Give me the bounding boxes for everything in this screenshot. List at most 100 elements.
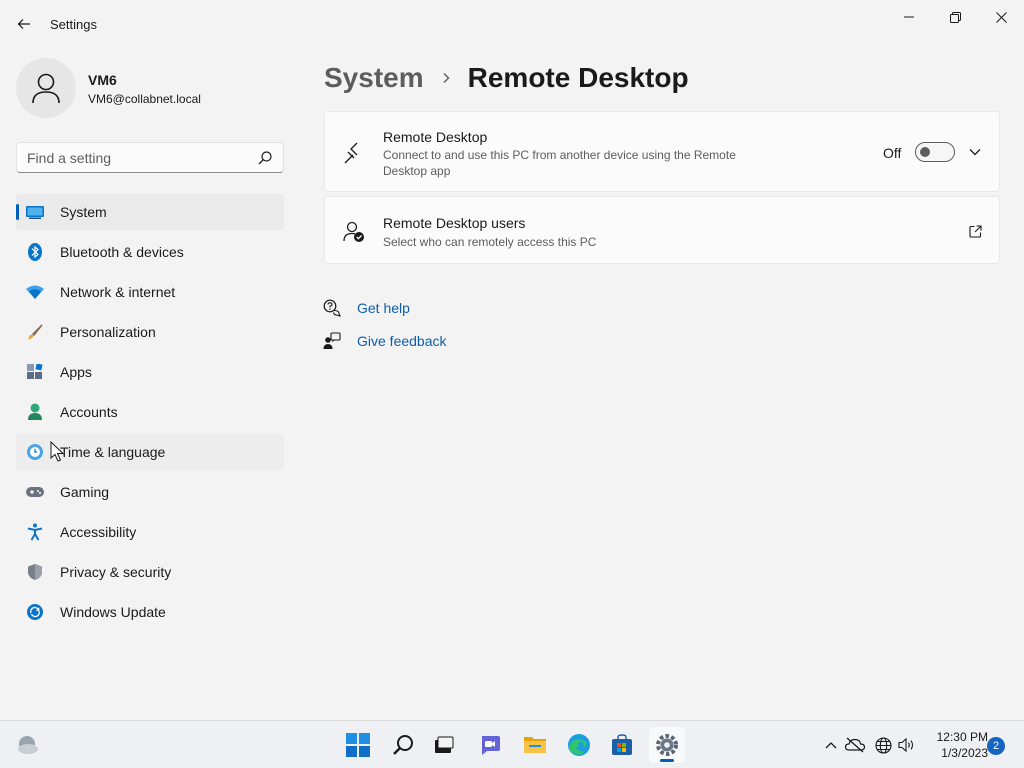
clock-date: 1/3/2023 [941,746,988,760]
breadcrumb: System Remote Desktop [324,58,689,98]
gamepad-icon [26,483,44,501]
sidebar-item-label: Bluetooth & devices [60,244,184,260]
folder-icon [524,737,546,753]
remote-desktop-users-card[interactable]: Remote Desktop users Select who can remo… [324,196,1000,264]
accessibility-icon [26,523,44,541]
user-email: VM6@collabnet.local [88,92,201,106]
back-button[interactable] [10,12,38,36]
close-icon [995,11,1007,23]
sidebar-item-bluetooth[interactable]: Bluetooth & devices [16,234,284,270]
chevron-right-icon [436,68,456,88]
sidebar-item-label: Gaming [60,484,110,500]
file-explorer-button[interactable] [517,727,553,763]
feedback-icon [322,331,342,351]
sidebar-item-label: Time & language [60,444,166,460]
clock-time: 12:30 PM [936,730,988,744]
restore-icon [949,11,961,23]
globe-icon [874,736,892,754]
onedrive-tray-button[interactable] [845,735,865,755]
toggle-knob [920,147,930,157]
sidebar-item-windows-update[interactable]: Windows Update [16,594,284,630]
taskbar-search-button[interactable] [385,727,421,763]
sidebar-item-label: System [60,204,107,220]
minimize-icon [904,16,914,18]
show-hidden-icons-button[interactable] [821,735,841,755]
task-view-button[interactable] [426,727,462,763]
remote-desktop-card[interactable]: Remote Desktop Connect to and use this P… [324,111,1000,192]
volume-tray-button[interactable] [897,735,917,755]
user-profile[interactable]: VM6 VM6@collabnet.local [16,58,286,118]
cloud-offline-icon [845,737,865,753]
task-view-icon [435,736,454,753]
search-box[interactable] [16,142,284,173]
restore-button[interactable] [932,4,978,30]
expand-button[interactable] [965,142,985,162]
sidebar-item-system[interactable]: System [16,194,284,230]
title-bar: Settings [0,0,1024,48]
chat-button[interactable] [472,727,508,763]
system-display-icon [26,203,44,221]
remote-desktop-icon [343,142,365,164]
sidebar-item-accounts[interactable]: Accounts [16,394,284,430]
sidebar-item-privacy[interactable]: Privacy & security [16,554,284,590]
wifi-icon [26,283,44,301]
page-title: Remote Desktop [467,62,689,93]
globe-clock-icon [26,443,44,461]
remote-desktop-toggle[interactable] [915,142,955,162]
close-button[interactable] [978,4,1024,30]
help-chat-icon [322,298,342,318]
sidebar-item-label: Personalization [60,324,156,340]
open-external-icon[interactable] [965,221,985,241]
gear-icon [656,734,678,756]
sidebar-item-label: Accessibility [60,524,137,540]
breadcrumb-parent[interactable]: System [324,62,424,94]
weather-widget[interactable] [14,733,40,757]
user-name: VM6 [88,72,117,88]
sidebar-item-label: Privacy & security [60,564,172,580]
store-button[interactable] [604,727,640,763]
avatar [16,58,76,118]
users-check-icon [343,221,365,243]
windows-logo-icon [346,733,370,757]
sidebar-nav: System Bluetooth & devices Network & int… [16,194,284,634]
toggle-state-label: Off [883,145,902,161]
sidebar-item-label: Windows Update [60,604,166,620]
update-icon [26,603,44,621]
selection-indicator [16,204,19,220]
get-help-link[interactable]: Get help [357,300,410,316]
shield-icon [26,563,44,581]
sidebar-item-personalization[interactable]: Personalization [16,314,284,350]
sidebar-item-apps[interactable]: Apps [16,354,284,390]
notification-badge[interactable]: 2 [987,737,1005,755]
edge-button[interactable] [561,727,597,763]
taskbar-clock[interactable]: 12:30 PM 1/3/2023 [924,729,988,761]
bluetooth-icon [26,243,44,261]
person-avatar-icon [32,73,60,104]
remote-desktop-title: Remote Desktop [383,129,488,145]
weather-cloud-icon [18,736,38,754]
teams-chat-icon [482,736,500,755]
settings-taskbar-button[interactable] [649,727,685,763]
taskbar: 12:30 PM 1/3/2023 2 [0,720,1024,768]
back-arrow-icon [17,19,30,29]
give-feedback-link[interactable]: Give feedback [357,333,447,349]
edge-browser-icon [568,734,590,756]
sidebar-item-label: Accounts [60,404,118,420]
remote-desktop-description: Connect to and use this PC from another … [383,148,736,178]
search-input[interactable] [27,149,247,167]
person-icon [26,403,44,421]
start-button[interactable] [340,727,376,763]
app-title: Settings [50,17,97,32]
sidebar-item-gaming[interactable]: Gaming [16,474,284,510]
apps-icon [26,363,44,381]
minimize-button[interactable] [886,4,932,30]
sidebar-item-label: Apps [60,364,92,380]
chevron-down-icon [969,149,981,156]
sidebar-item-network[interactable]: Network & internet [16,274,284,310]
chevron-up-icon [825,742,837,749]
store-bag-icon [612,734,632,755]
sidebar-item-accessibility[interactable]: Accessibility [16,514,284,550]
active-app-indicator [660,759,674,762]
search-icon[interactable] [257,150,273,166]
network-tray-button[interactable] [873,735,893,755]
